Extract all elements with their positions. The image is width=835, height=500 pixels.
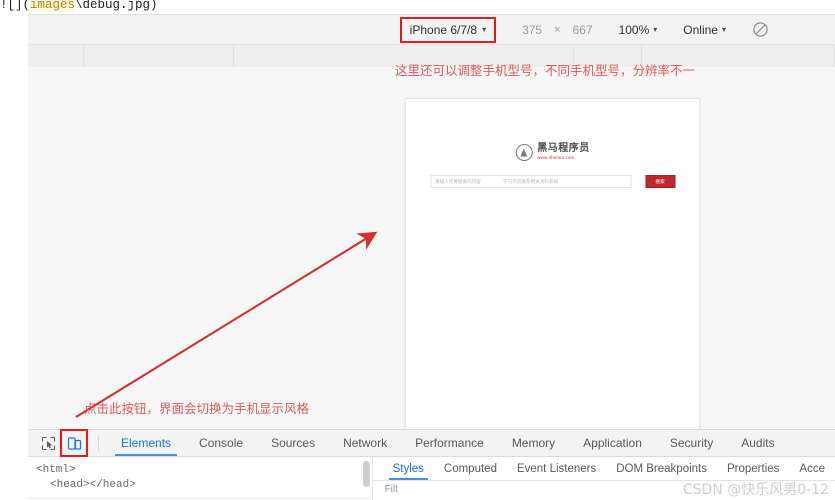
search-hint: 学习交流群及相关资料获取 bbox=[502, 178, 559, 184]
dom-scrollbar[interactable] bbox=[362, 461, 370, 487]
device-model-label: iPhone 6/7/8 bbox=[409, 22, 478, 37]
site-logo: 黑马程序员 www.itheima.com bbox=[515, 144, 590, 161]
device-viewport[interactable]: 黑马程序员 www.itheima.com 请输入您要搜索的内容 学习交流群及相… bbox=[405, 98, 700, 443]
tab-application[interactable]: Application bbox=[569, 430, 656, 456]
chevron-down-icon: ▾ bbox=[653, 24, 658, 34]
devtools-window: iPhone 6/7/8 ▾ 375 × 667 100% ▾ Online ▾ bbox=[28, 14, 835, 500]
tab-sources[interactable]: Sources bbox=[257, 430, 329, 456]
search-input[interactable]: 请输入您要搜索的内容 学习交流群及相关资料获取 bbox=[430, 175, 631, 188]
csdn-watermark: CSDN @快乐风男0-12 bbox=[682, 482, 829, 498]
device-stage: 黑马程序员 www.itheima.com 请输入您要搜索的内容 学习交流群及相… bbox=[28, 67, 835, 443]
subtab-dom-breakpoints[interactable]: DOM Breakpoints bbox=[606, 457, 717, 480]
no-throttling-icon[interactable] bbox=[752, 21, 769, 38]
times-symbol: × bbox=[554, 23, 561, 36]
tab-security[interactable]: Security bbox=[656, 430, 727, 456]
device-emulation-toolbar: iPhone 6/7/8 ▾ 375 × 667 100% ▾ Online ▾ bbox=[28, 15, 835, 45]
screenshot-root: ![](images\debug.jpg) iPhone 6/7/8 ▾ 375… bbox=[0, 0, 835, 500]
styles-subtab-list: Styles Computed Event Listeners DOM Brea… bbox=[372, 457, 835, 481]
tab-memory[interactable]: Memory bbox=[498, 430, 569, 456]
logo-text: 黑马程序员 www.itheima.com bbox=[537, 144, 590, 160]
annotation-top-note: 这里还可以调整手机型号，不同手机型号，分辨率不一 bbox=[395, 63, 696, 78]
tab-performance[interactable]: Performance bbox=[401, 430, 498, 456]
viewport-height-input[interactable]: 667 bbox=[573, 23, 593, 37]
device-toolbar-icon[interactable] bbox=[60, 429, 88, 457]
search-button[interactable]: 搜索 bbox=[645, 175, 675, 188]
zoom-select[interactable]: 100% ▾ bbox=[619, 23, 658, 37]
network-label: Online bbox=[683, 22, 718, 37]
devtools-tool-icons bbox=[32, 429, 90, 457]
device-model-select[interactable]: iPhone 6/7/8 ▾ bbox=[399, 16, 497, 43]
subtab-properties[interactable]: Properties bbox=[717, 457, 789, 480]
tab-console[interactable]: Console bbox=[185, 430, 257, 456]
strip-cell bbox=[84, 45, 234, 67]
brand-url: www.itheima.com bbox=[537, 155, 575, 161]
viewport-dimensions: 375 × 667 bbox=[522, 23, 593, 37]
inspect-element-icon[interactable] bbox=[38, 433, 58, 453]
md-highlight: images bbox=[30, 0, 76, 12]
tab-elements[interactable]: Elements bbox=[107, 430, 185, 456]
network-throttle-select[interactable]: Online ▾ bbox=[683, 23, 726, 37]
zoom-label: 100% bbox=[618, 22, 650, 37]
dom-line-head[interactable]: <head></head> bbox=[36, 478, 372, 493]
viewport-width-input[interactable]: 375 bbox=[522, 23, 542, 37]
annotation-left-note: 点击此按钮，界面会切换为手机显示风格 bbox=[84, 401, 310, 416]
subtab-computed[interactable]: Computed bbox=[434, 457, 507, 480]
markdown-image-text: ![](images\debug.jpg) bbox=[0, 0, 835, 12]
tab-audits[interactable]: Audits bbox=[727, 430, 788, 456]
chevron-down-icon: ▾ bbox=[482, 24, 487, 34]
emulated-page: 黑马程序员 www.itheima.com 请输入您要搜索的内容 学习交流群及相… bbox=[406, 99, 699, 442]
subtab-accessibility[interactable]: Acce bbox=[789, 457, 835, 480]
subtab-event-listeners[interactable]: Event Listeners bbox=[507, 457, 606, 480]
md-suffix: \debug.jpg) bbox=[75, 0, 158, 12]
md-prefix: ![]( bbox=[0, 0, 31, 12]
dom-pane-divider bbox=[28, 498, 372, 499]
devtools-tab-list: Elements Console Sources Network Perform… bbox=[107, 430, 789, 456]
chevron-down-icon: ▾ bbox=[721, 24, 726, 34]
dom-line-html[interactable]: <html> bbox=[36, 463, 372, 478]
logo-mark-icon bbox=[515, 144, 533, 161]
devtools-tabbar: Elements Console Sources Network Perform… bbox=[28, 429, 835, 457]
dom-tree-pane[interactable]: <html> <head></head> bbox=[28, 457, 373, 500]
brand-name: 黑马程序员 bbox=[537, 143, 590, 155]
site-search-bar: 请输入您要搜索的内容 学习交流群及相关资料获取 搜索 bbox=[430, 175, 675, 188]
strip-cell bbox=[28, 45, 84, 67]
search-placeholder: 请输入您要搜索的内容 bbox=[435, 178, 481, 184]
subtab-styles[interactable]: Styles bbox=[383, 457, 434, 480]
tab-network[interactable]: Network bbox=[329, 430, 401, 456]
tabbar-divider bbox=[98, 435, 99, 451]
